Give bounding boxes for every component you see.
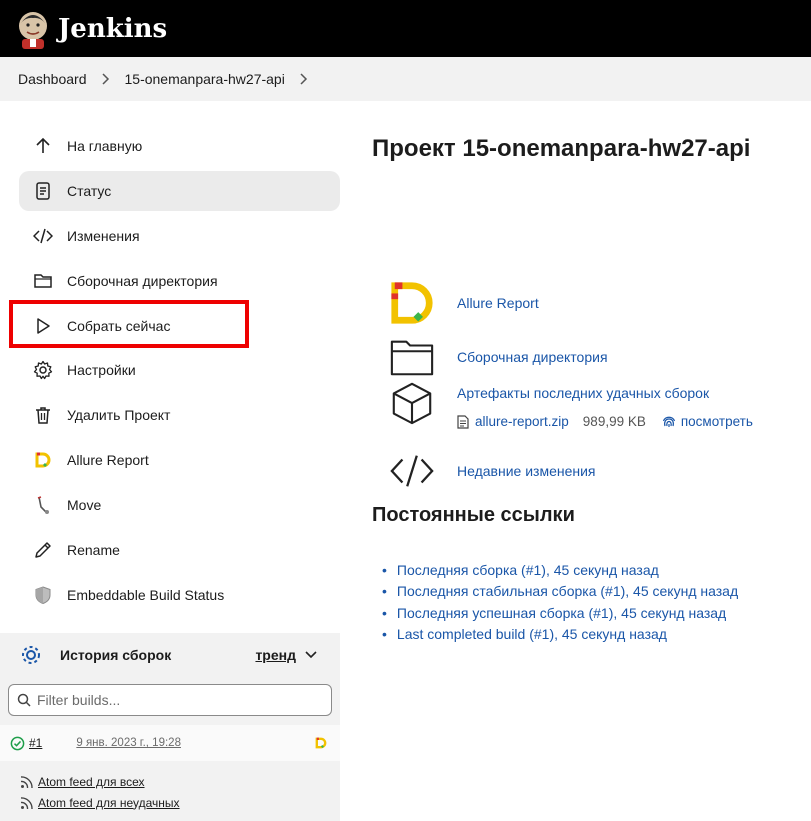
list-item: Last completed build (#1), 45 секунд наз… <box>396 624 738 646</box>
allure-icon <box>388 279 436 327</box>
build-history-header: История сборок тренд <box>0 633 340 677</box>
sidebar-item-label: Удалить Проект <box>67 407 171 423</box>
atom-feed-failed-link[interactable]: Atom feed для неудачных <box>38 796 180 810</box>
build-number-link[interactable]: #1 <box>29 736 42 750</box>
sidebar-item-label: На главную <box>67 138 143 154</box>
build-row[interactable]: #1 9 янв. 2023 г., 19:28 <box>0 725 340 761</box>
sidebar-item-rename[interactable]: Rename <box>19 530 340 570</box>
shield-icon <box>33 585 53 605</box>
fingerprint-icon[interactable] <box>662 415 676 429</box>
atom-feed-all-link[interactable]: Atom feed для всех <box>38 775 145 789</box>
arrow-up-icon <box>33 136 53 156</box>
allure-icon <box>33 450 53 470</box>
list-item: Последняя сборка (#1), 45 секунд назад <box>396 559 738 581</box>
move-icon <box>33 495 53 515</box>
artifact-size: 989,99 KB <box>582 414 646 429</box>
recent-changes-link[interactable]: Недавние изменения <box>457 463 596 479</box>
permalink-last-stable-build[interactable]: Последняя стабильная сборка (#1), 45 сек… <box>397 583 738 599</box>
chevron-right-icon <box>101 73 109 85</box>
artifact-file-link[interactable]: allure-report.zip <box>475 414 569 429</box>
chevron-right-icon[interactable] <box>299 72 309 86</box>
workspace-link[interactable]: Сборочная директория <box>457 349 608 365</box>
search-icon <box>17 693 31 707</box>
sidebar-item-settings[interactable]: Настройки <box>19 350 340 390</box>
code-icon <box>33 226 53 246</box>
sidebar-item-label: Настройки <box>67 362 136 378</box>
build-date-link[interactable]: 9 янв. 2023 г., 19:28 <box>76 737 181 749</box>
folder-icon <box>33 271 53 291</box>
sidebar-item-label: Rename <box>67 542 120 558</box>
build-history-panel: История сборок тренд #1 9 янв. 2023 г., … <box>0 633 340 821</box>
top-header: Jenkins <box>0 0 811 57</box>
sidebar-item-embeddable-build-status[interactable]: Embeddable Build Status <box>19 575 340 615</box>
list-item: Последняя стабильная сборка (#1), 45 сек… <box>396 581 738 603</box>
sidebar-item-delete-project[interactable]: Удалить Проект <box>19 395 340 435</box>
rss-icon <box>20 796 34 810</box>
sidebar-item-changes[interactable]: Изменения <box>19 216 340 256</box>
sidebar-item-label: Изменения <box>67 228 140 244</box>
filter-builds-field[interactable] <box>8 684 332 716</box>
allure-icon[interactable] <box>314 736 328 750</box>
allure-report-row: Allure Report <box>388 279 539 327</box>
sidebar-item-label: Allure Report <box>67 452 149 468</box>
code-icon <box>388 447 436 495</box>
sidebar-item-workspace[interactable]: Сборочная директория <box>19 261 340 301</box>
pencil-icon <box>33 540 53 560</box>
artifact-entry: allure-report.zip 989,99 KB посмотреть <box>457 414 753 429</box>
list-item: Последняя успешная сборка (#1), 45 секун… <box>396 602 738 624</box>
chevron-down-icon[interactable] <box>304 648 318 662</box>
document-icon <box>33 181 53 201</box>
sidebar-item-move[interactable]: Move <box>19 485 340 525</box>
workspace-row: Сборочная директория <box>388 333 608 381</box>
artifacts-link[interactable]: Артефакты последних удачных сборок <box>457 385 709 401</box>
build-history-icon <box>20 644 42 666</box>
sidebar-item-build-now[interactable]: Собрать сейчас <box>19 306 340 346</box>
success-check-icon <box>10 736 25 751</box>
sidebar-item-label: Move <box>67 497 102 513</box>
sidebar-item-label: Собрать сейчас <box>67 318 171 334</box>
feed-links: Atom feed для всех Atom feed для неудачн… <box>20 771 180 813</box>
recent-changes-row: Недавние изменения <box>388 447 596 495</box>
permalink-last-build[interactable]: Последняя сборка (#1), 45 секунд назад <box>397 562 659 578</box>
brand-name[interactable]: Jenkins <box>58 14 167 44</box>
trash-icon <box>33 405 53 425</box>
page-title: Проект 15-onemanpara-hw27-api <box>372 135 751 162</box>
sidebar-item-label: Embeddable Build Status <box>67 587 225 603</box>
gear-icon <box>33 360 53 380</box>
sidebar-item-label: Статус <box>67 183 112 199</box>
file-icon <box>457 414 469 429</box>
sidebar-item-status[interactable]: Статус <box>19 171 340 211</box>
permalink-last-completed-build[interactable]: Last completed build (#1), 45 секунд наз… <box>397 626 667 642</box>
jenkins-logo-icon[interactable] <box>16 9 50 49</box>
breadcrumb-dashboard[interactable]: Dashboard <box>18 71 87 87</box>
trend-link[interactable]: тренд <box>255 647 296 663</box>
allure-report-link[interactable]: Allure Report <box>457 295 539 311</box>
build-history-title: История сборок <box>60 647 172 663</box>
breadcrumb: Dashboard 15-onemanpara-hw27-api <box>0 57 811 101</box>
permalinks-list: Последняя сборка (#1), 45 секунд назад П… <box>396 559 738 645</box>
play-icon <box>33 316 53 336</box>
artifact-view-link[interactable]: посмотреть <box>681 414 753 429</box>
filter-builds-input[interactable] <box>37 692 317 708</box>
breadcrumb-project[interactable]: 15-onemanpara-hw27-api <box>125 71 285 87</box>
permalink-last-successful-build[interactable]: Последняя успешная сборка (#1), 45 секун… <box>397 605 726 621</box>
cube-icon <box>388 379 436 427</box>
folder-icon <box>388 333 436 381</box>
permalinks-heading: Постоянные ссылки <box>372 504 575 526</box>
sidebar-item-home[interactable]: На главную <box>19 126 340 166</box>
rss-icon <box>20 775 34 789</box>
sidebar-item-label: Сборочная директория <box>67 273 218 289</box>
sidebar-item-allure-report[interactable]: Allure Report <box>19 440 340 480</box>
